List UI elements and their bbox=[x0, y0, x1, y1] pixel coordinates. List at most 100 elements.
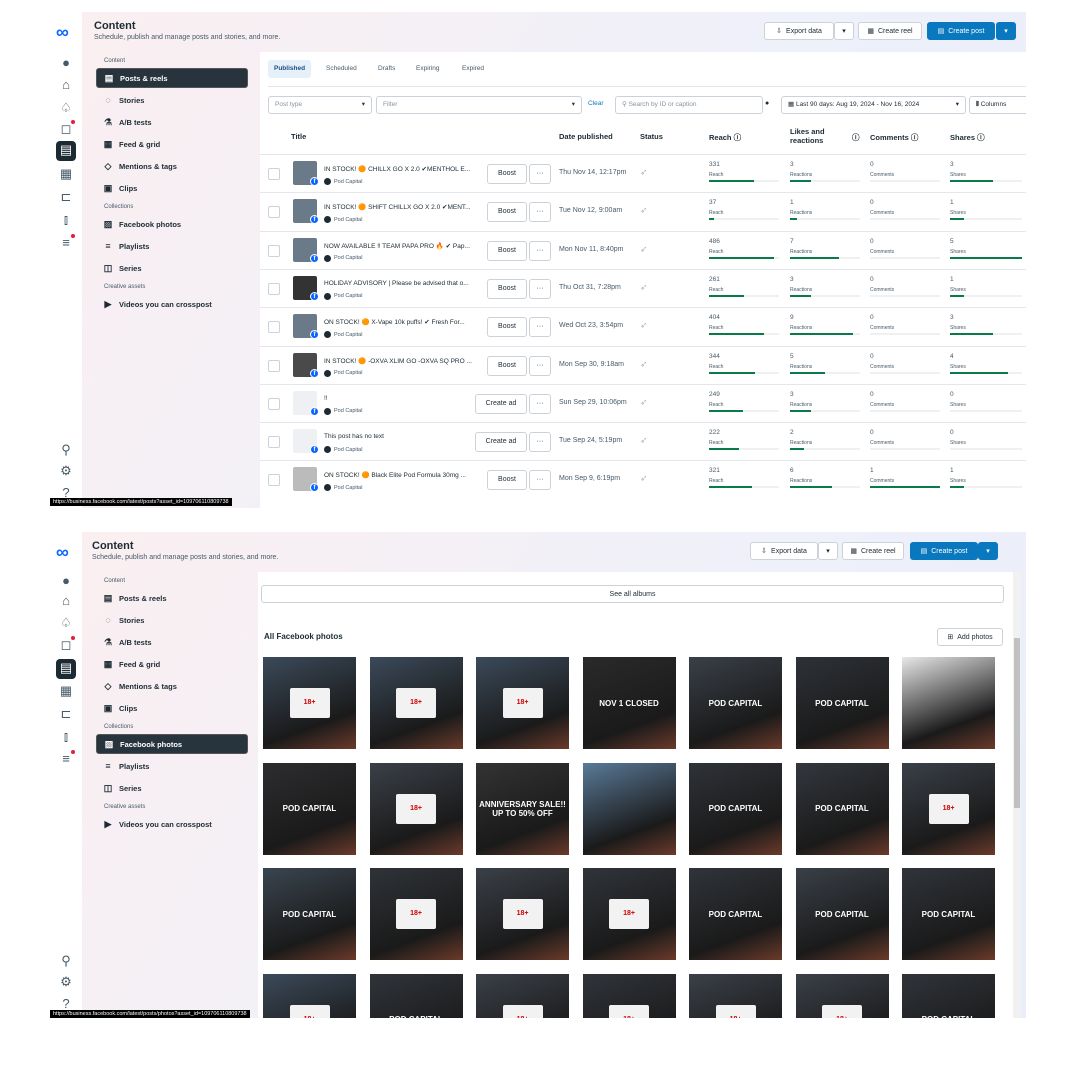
col-status[interactable]: Status bbox=[640, 132, 663, 141]
photo-tile[interactable]: 18+ bbox=[369, 868, 463, 960]
photo-tile[interactable]: 18+ bbox=[476, 973, 569, 1018]
col-title[interactable]: Title bbox=[291, 132, 306, 141]
photo-tile[interactable]: POD CAPITAL bbox=[689, 868, 782, 960]
menu-icon[interactable]: ≡ bbox=[57, 234, 75, 252]
ads-icon[interactable]: ⊏ bbox=[57, 188, 75, 206]
row-checkbox[interactable] bbox=[268, 206, 280, 219]
sidebar-item-mentions-tags[interactable]: ◇ Mentions & tags bbox=[96, 156, 248, 176]
create-reel-button[interactable]: ▦ Create reel bbox=[858, 22, 922, 40]
sidebar-item-feed-grid[interactable]: ▦ Feed & grid bbox=[96, 654, 248, 674]
post-title[interactable]: ON STOCK! 🟠 Black Elite Pod Formula 30mg… bbox=[324, 471, 484, 479]
more-options-button[interactable]: ··· bbox=[529, 317, 551, 338]
table-row[interactable]: f NOW AVAILABLE ‼ TEAM PAPA PRO 🔥 ✔ Pap..… bbox=[260, 230, 1026, 269]
table-row[interactable]: f IN STOCK! 🟠 SHIFT CHILLX GO X 2.0 ✔MENT… bbox=[260, 192, 1026, 230]
sidebar-item-a-b-tests[interactable]: ⚗ A/B tests bbox=[96, 112, 248, 132]
row-checkbox[interactable] bbox=[268, 359, 280, 372]
sidebar-item-series[interactable]: ◫ Series bbox=[96, 258, 248, 278]
search-icon[interactable]: ⚲ bbox=[57, 952, 75, 970]
planner-icon[interactable]: ▦ bbox=[57, 682, 75, 700]
table-row[interactable]: f IN STOCK! 🟠 CHILLX GO X 2.0 ✔MENTHOL E.… bbox=[260, 154, 1026, 192]
post-title[interactable]: IN STOCK! 🟠 CHILLX GO X 2.0 ✔MENTHOL E..… bbox=[324, 165, 484, 173]
sidebar-item-playlists[interactable]: ≡ Playlists bbox=[96, 756, 248, 776]
columns-button[interactable]: ⦀ Columns bbox=[969, 96, 1026, 114]
post-title[interactable]: ‼ bbox=[324, 395, 484, 402]
row-checkbox[interactable] bbox=[268, 168, 280, 180]
inbox-icon[interactable]: ◻ bbox=[57, 120, 75, 138]
sidebar-item-facebook-photos[interactable]: ▨ Facebook photos bbox=[96, 214, 248, 234]
col-shares[interactable]: Shares ⓘ bbox=[950, 132, 985, 143]
export-dropdown-button[interactable]: ▾ bbox=[818, 542, 838, 560]
row-checkbox[interactable] bbox=[268, 436, 280, 449]
photo-tile[interactable]: 18+ bbox=[476, 657, 569, 749]
sidebar-item-stories[interactable]: ◌ Stories bbox=[96, 90, 248, 110]
filter-dropdown[interactable]: Filter ▾ bbox=[376, 96, 582, 114]
more-options-button[interactable]: ··· bbox=[529, 240, 551, 261]
content-icon[interactable]: ▤ bbox=[56, 141, 76, 161]
post-title[interactable]: ON STOCK! 🟠 X-Vape 10k puffs! ✔ Fresh Fo… bbox=[324, 318, 484, 326]
clear-link[interactable]: Clear bbox=[588, 100, 604, 107]
photo-tile[interactable]: 18+ bbox=[369, 762, 463, 855]
tab-published[interactable]: Published bbox=[268, 60, 312, 78]
boost-button[interactable]: Boost bbox=[487, 164, 527, 184]
col-date[interactable]: Date published bbox=[559, 132, 613, 141]
notifications-icon[interactable]: ♤ bbox=[57, 99, 75, 117]
boost-button[interactable]: Boost bbox=[487, 240, 527, 261]
photo-tile[interactable]: POD CAPITAL bbox=[263, 868, 356, 960]
sidebar-item-posts-reels[interactable]: ▤ Posts & reels bbox=[96, 588, 248, 608]
col-likes[interactable]: Likes and reactions bbox=[790, 127, 840, 145]
row-checkbox[interactable] bbox=[268, 474, 280, 487]
tab-expired[interactable]: Expired bbox=[456, 60, 490, 78]
scrollbar[interactable] bbox=[1013, 572, 1021, 1018]
menu-icon[interactable]: ≡ bbox=[57, 750, 75, 768]
photo-tile[interactable]: 18+ bbox=[263, 657, 356, 749]
table-row[interactable]: f ON STOCK! 🟠 X-Vape 10k puffs! ✔ Fresh F… bbox=[260, 307, 1026, 345]
post-title[interactable]: NOW AVAILABLE ‼ TEAM PAPA PRO 🔥 ✔ Pap... bbox=[324, 242, 484, 250]
table-row[interactable]: f HOLIDAY ADVISORY | Please be advised th… bbox=[260, 268, 1026, 307]
sidebar-item-videos-you-can-crosspost[interactable]: ▶ Videos you can crosspost bbox=[96, 814, 248, 834]
sidebar-item-facebook-photos[interactable]: ▨ Facebook photos bbox=[96, 734, 248, 754]
planner-icon[interactable]: ▦ bbox=[57, 165, 75, 183]
sidebar-item-clips[interactable]: ▣ Clips bbox=[96, 698, 248, 718]
photo-tile[interactable]: 18+ bbox=[476, 868, 569, 960]
sidebar-item-mentions-tags[interactable]: ◇ Mentions & tags bbox=[96, 676, 248, 696]
more-options-button[interactable]: ··· bbox=[529, 393, 551, 414]
home-icon[interactable]: ⌂ bbox=[57, 592, 75, 610]
photo-tile[interactable]: 18+ bbox=[689, 973, 782, 1018]
photo-tile[interactable]: 18+ bbox=[582, 973, 676, 1018]
more-options-button[interactable]: ··· bbox=[529, 202, 551, 223]
create-post-button[interactable]: ▤ Create post bbox=[927, 22, 995, 40]
photo-tile[interactable]: POD CAPITAL bbox=[689, 657, 782, 749]
photo-tile[interactable]: ANNIVERSARY SALE!! UP TO 50% OFF bbox=[476, 762, 569, 855]
post-title[interactable]: IN STOCK! 🟠 SHIFT CHILLX GO X 2.0 ✔MENT.… bbox=[324, 203, 484, 211]
sidebar-item-videos-you-can-crosspost[interactable]: ▶ Videos you can crosspost bbox=[96, 294, 248, 314]
boost-button[interactable]: Boost bbox=[487, 355, 527, 376]
post-title[interactable]: IN STOCK! 🟠 -OXVA XLIM GO -OXVA SQ PRO .… bbox=[324, 357, 484, 365]
photo-tile[interactable]: POD CAPITAL bbox=[902, 973, 995, 1018]
create-post-dropdown-button[interactable]: ▾ bbox=[996, 22, 1016, 40]
tab-scheduled[interactable]: Scheduled bbox=[320, 60, 363, 78]
photo-tile[interactable]: 18+ bbox=[795, 973, 889, 1018]
row-checkbox[interactable] bbox=[268, 397, 280, 410]
create-post-dropdown-button[interactable]: ▾ bbox=[978, 542, 998, 560]
search-input[interactable]: ⚲ Search by ID or caption bbox=[615, 96, 763, 114]
boost-button[interactable]: Boost bbox=[487, 202, 527, 223]
table-row[interactable]: f This post has no text Pod Capital Create … bbox=[260, 422, 1026, 460]
table-row[interactable]: f ‼ Pod Capital Create ad ··· Sun Sep 29, 10:… bbox=[260, 383, 1026, 422]
more-options-button[interactable]: ··· bbox=[529, 432, 551, 453]
more-options-button[interactable]: ··· bbox=[529, 470, 551, 491]
more-options-button[interactable]: ··· bbox=[529, 355, 551, 376]
boost-button[interactable]: Boost bbox=[487, 470, 527, 491]
photo-tile[interactable]: POD CAPITAL bbox=[795, 657, 889, 749]
row-checkbox[interactable] bbox=[268, 321, 280, 334]
settings-icon[interactable]: ⚙ bbox=[57, 973, 75, 991]
create-ad-button[interactable]: Create ad bbox=[475, 393, 527, 414]
row-checkbox[interactable] bbox=[268, 282, 280, 295]
sidebar-item-posts-reels[interactable]: ▤ Posts & reels bbox=[96, 68, 248, 88]
table-row[interactable]: f ON STOCK! 🟠 Black Elite Pod Formula 30m… bbox=[260, 460, 1026, 498]
photo-tile[interactable]: 18+ bbox=[263, 973, 356, 1018]
home-icon[interactable]: ⌂ bbox=[57, 76, 75, 94]
account-avatar-icon[interactable]: ● bbox=[57, 54, 75, 72]
photo-tile[interactable]: POD CAPITAL bbox=[689, 762, 782, 855]
photo-tile[interactable] bbox=[902, 657, 995, 749]
photo-tile[interactable]: 18+ bbox=[582, 868, 676, 960]
